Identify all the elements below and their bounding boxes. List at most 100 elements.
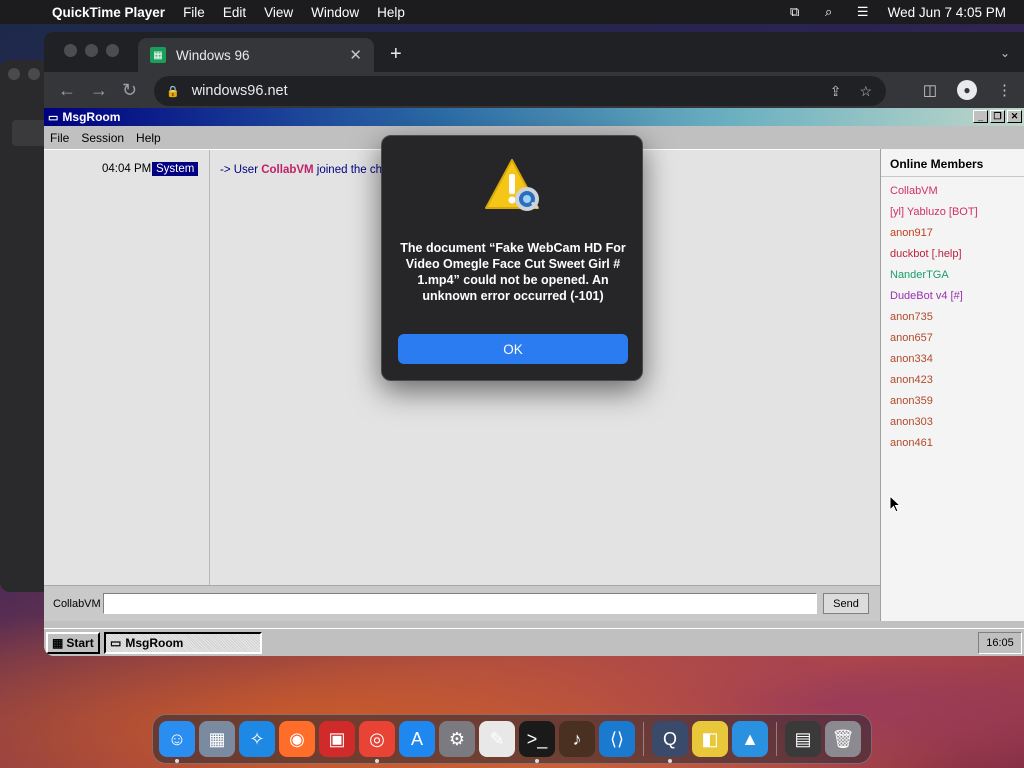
garageband-icon[interactable]: ♪ xyxy=(559,721,595,757)
photo-booth-glyph: ▣ xyxy=(328,728,346,749)
control-center-icon[interactable]: ☰ xyxy=(854,4,872,19)
system-settings-icon[interactable]: ⚙ xyxy=(439,721,475,757)
screen-mirroring-icon[interactable]: ⧉ xyxy=(786,4,804,19)
member-item[interactable]: [yl] Yabluzo [BOT] xyxy=(881,202,1024,223)
menu-file[interactable]: File xyxy=(183,5,205,20)
window-close-button[interactable] xyxy=(64,44,77,57)
keynote-icon[interactable]: ▲ xyxy=(732,721,768,757)
url-text[interactable]: windows96.net xyxy=(192,83,288,99)
firefox-icon[interactable]: ◉ xyxy=(279,721,315,757)
menu-help[interactable]: Help xyxy=(377,5,405,20)
photo-booth-icon[interactable]: ▣ xyxy=(319,721,355,757)
safari-icon[interactable]: ✧ xyxy=(239,721,275,757)
back-icon[interactable]: ← xyxy=(58,80,76,101)
window-zoom-button[interactable] xyxy=(106,44,119,57)
member-item[interactable]: anon917 xyxy=(881,223,1024,244)
warning-icon xyxy=(485,159,539,211)
message-sender-badge: System xyxy=(152,162,199,176)
msgroom-task-icon: ▭ xyxy=(110,635,122,650)
member-item[interactable]: anon303 xyxy=(881,412,1024,433)
minimize-button[interactable]: _ xyxy=(973,110,988,123)
vscode-glyph: ⟨⟩ xyxy=(609,728,625,749)
forward-icon[interactable]: → xyxy=(90,80,108,101)
ok-button[interactable]: OK xyxy=(398,334,628,364)
msgroom-menu-help[interactable]: Help xyxy=(136,131,161,145)
side-panel-icon[interactable]: ◫ xyxy=(923,81,937,99)
member-item[interactable]: DudeBot v4 [#] xyxy=(881,286,1024,307)
garageband-glyph: ♪ xyxy=(572,728,582,749)
message-user[interactable]: CollabVM xyxy=(261,164,313,176)
terminal-glyph: >_ xyxy=(526,728,548,749)
menu-edit[interactable]: Edit xyxy=(223,5,246,20)
tab-close-icon[interactable]: ✕ xyxy=(349,46,362,64)
menu-view[interactable]: View xyxy=(264,5,293,20)
quicktime-icon[interactable]: Q xyxy=(652,721,688,763)
msgroom-titlebar[interactable]: ▭ MsgRoom _ ❐ ✕ xyxy=(44,108,1024,126)
browser-tab[interactable]: ▦ Windows 96 ✕ xyxy=(138,38,374,72)
member-item[interactable]: anon735 xyxy=(881,307,1024,328)
textedit-icon[interactable]: ✎ xyxy=(479,721,515,757)
app-menu[interactable]: QuickTime Player xyxy=(52,5,165,20)
menubar-clock[interactable]: Wed Jun 7 4:05 PM xyxy=(888,5,1006,20)
recent-app-icon[interactable]: ▤ xyxy=(785,721,821,757)
dock: ☺ ▦ ✧ ◉ ▣ ◎ A ⚙ ✎ >_ ♪ ⟨⟩ Q ◧ ▲ ▤ 🗑 xyxy=(152,714,872,764)
msgroom-menu-session[interactable]: Session xyxy=(81,131,124,145)
bookmark-star-icon[interactable]: ☆ xyxy=(859,83,872,100)
stickies-glyph: ◧ xyxy=(701,728,719,749)
menu-window[interactable]: Window xyxy=(311,5,359,20)
mouse-cursor-icon xyxy=(889,495,901,513)
member-item[interactable]: CollabVM xyxy=(881,181,1024,202)
member-item[interactable]: anon423 xyxy=(881,370,1024,391)
tab-title: Windows 96 xyxy=(176,47,250,63)
send-button[interactable]: Send xyxy=(823,593,869,614)
trash-glyph: 🗑 xyxy=(831,728,855,749)
taskbar-item-msgroom[interactable]: ▭ MsgRoom xyxy=(104,631,262,654)
launchpad-icon[interactable]: ▦ xyxy=(199,721,235,757)
member-item[interactable]: anon359 xyxy=(881,391,1024,412)
lock-icon[interactable]: 🔒 xyxy=(166,85,180,98)
vscode-icon[interactable]: ⟨⟩ xyxy=(599,721,635,757)
chat-input[interactable] xyxy=(103,593,817,614)
start-button[interactable]: ▦ Start xyxy=(46,631,100,654)
keynote-glyph: ▲ xyxy=(741,728,759,749)
window-minimize-button[interactable] xyxy=(85,44,98,57)
chat-meta-column xyxy=(44,150,210,586)
more-menu-icon[interactable]: ⋮ xyxy=(997,81,1012,99)
share-icon[interactable]: ⇪ xyxy=(830,83,842,100)
tab-search-chevron-icon[interactable]: ⌄ xyxy=(1000,46,1010,60)
reload-icon[interactable]: ↻ xyxy=(122,80,137,101)
app-store-icon[interactable]: A xyxy=(399,721,435,757)
recent-app-glyph: ▤ xyxy=(794,728,812,749)
member-item[interactable]: anon334 xyxy=(881,349,1024,370)
error-alert-dialog: The document “Fake WebCam HD For Video O… xyxy=(381,135,643,381)
online-members-title: Online Members xyxy=(881,149,1024,177)
stickies-icon[interactable]: ◧ xyxy=(692,721,728,757)
finder-icon[interactable]: ☺ xyxy=(159,721,195,763)
msgroom-menu-file[interactable]: File xyxy=(50,131,69,145)
quicktime-glyph: Q xyxy=(662,728,677,749)
member-item[interactable]: anon657 xyxy=(881,328,1024,349)
member-item[interactable]: NanderTGA xyxy=(881,265,1024,286)
close-button[interactable]: ✕ xyxy=(1007,110,1022,123)
chrome-icon[interactable]: ◎ xyxy=(359,721,395,763)
member-item[interactable]: anon461 xyxy=(881,433,1024,454)
chat-input-bar: CollabVM Send xyxy=(44,585,880,621)
running-indicator xyxy=(535,759,539,763)
finder-glyph: ☺ xyxy=(167,728,187,749)
close-icon[interactable] xyxy=(8,68,20,80)
spotlight-icon[interactable]: ⌕ xyxy=(820,4,838,19)
system-settings-glyph: ⚙ xyxy=(448,728,466,749)
member-item[interactable]: duckbot [.help] xyxy=(881,244,1024,265)
w96-clock[interactable]: 16:05 xyxy=(978,631,1022,654)
terminal-icon[interactable]: >_ xyxy=(519,721,555,763)
restore-button[interactable]: ❐ xyxy=(990,110,1005,123)
new-tab-icon[interactable]: + xyxy=(390,43,402,66)
msgroom-title: MsgRoom xyxy=(62,110,121,124)
profile-avatar-icon[interactable]: ● xyxy=(957,80,977,100)
safari-glyph: ✧ xyxy=(249,728,265,749)
address-bar[interactable]: 🔒 windows96.net ⇪ ☆ xyxy=(154,76,886,106)
trash-icon[interactable]: 🗑 xyxy=(825,721,861,757)
minimize-icon[interactable] xyxy=(28,68,40,80)
taskbar-item-label: MsgRoom xyxy=(125,635,184,650)
message-time: 04:04 PM xyxy=(102,163,152,175)
